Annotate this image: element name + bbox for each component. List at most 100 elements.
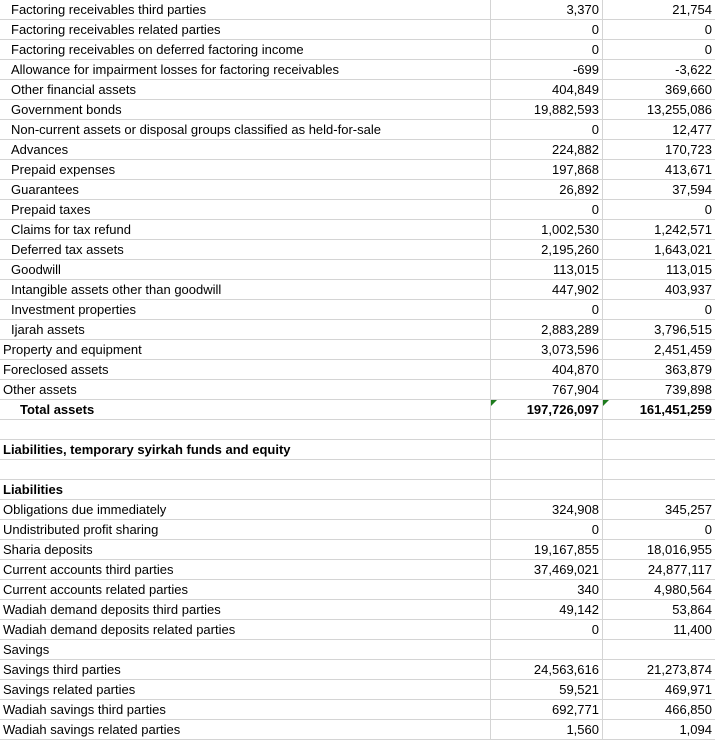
value-cell-prior[interactable]: 0: [603, 40, 715, 59]
value-cell-current[interactable]: 3,073,596: [491, 340, 603, 359]
value-cell-prior[interactable]: [603, 420, 715, 439]
row-label-cell[interactable]: Prepaid expenses: [0, 160, 491, 179]
value-cell-current[interactable]: 340: [491, 580, 603, 599]
value-cell-prior[interactable]: 413,671: [603, 160, 715, 179]
row-label-cell[interactable]: Other assets: [0, 380, 491, 399]
value-cell-current[interactable]: 2,883,289: [491, 320, 603, 339]
value-cell-current[interactable]: 0: [491, 40, 603, 59]
value-cell-current[interactable]: 19,882,593: [491, 100, 603, 119]
value-cell-current[interactable]: 447,902: [491, 280, 603, 299]
row-label-cell[interactable]: Obligations due immediately: [0, 500, 491, 519]
row-label-cell[interactable]: [0, 460, 491, 479]
row-label-cell[interactable]: [0, 420, 491, 439]
row-label-cell[interactable]: Advances: [0, 140, 491, 159]
value-cell-current[interactable]: 197,726,097: [491, 400, 603, 419]
value-cell-prior[interactable]: 161,451,259: [603, 400, 715, 419]
error-indicator-icon[interactable]: [491, 400, 497, 406]
row-label-cell[interactable]: Factoring receivables on deferred factor…: [0, 40, 491, 59]
value-cell-prior[interactable]: [603, 480, 715, 499]
value-cell-prior[interactable]: [603, 440, 715, 459]
value-cell-prior[interactable]: 13,255,086: [603, 100, 715, 119]
value-cell-prior[interactable]: 21,273,874: [603, 660, 715, 679]
value-cell-current[interactable]: 3,370: [491, 0, 603, 19]
value-cell-current[interactable]: 19,167,855: [491, 540, 603, 559]
row-label-cell[interactable]: Ijarah assets: [0, 320, 491, 339]
value-cell-current[interactable]: 0: [491, 300, 603, 319]
value-cell-current[interactable]: 324,908: [491, 500, 603, 519]
value-cell-prior[interactable]: 1,242,571: [603, 220, 715, 239]
value-cell-prior[interactable]: 0: [603, 200, 715, 219]
row-label-cell[interactable]: Prepaid taxes: [0, 200, 491, 219]
row-label-cell[interactable]: Wadiah demand deposits third parties: [0, 600, 491, 619]
value-cell-prior[interactable]: [603, 640, 715, 659]
value-cell-current[interactable]: 37,469,021: [491, 560, 603, 579]
value-cell-prior[interactable]: -3,622: [603, 60, 715, 79]
value-cell-current[interactable]: 0: [491, 120, 603, 139]
value-cell-current[interactable]: 767,904: [491, 380, 603, 399]
row-label-cell[interactable]: Investment properties: [0, 300, 491, 319]
row-label-cell[interactable]: Other financial assets: [0, 80, 491, 99]
value-cell-prior[interactable]: 2,451,459: [603, 340, 715, 359]
value-cell-prior[interactable]: 0: [603, 20, 715, 39]
value-cell-current[interactable]: 113,015: [491, 260, 603, 279]
value-cell-prior[interactable]: 21,754: [603, 0, 715, 19]
row-label-cell[interactable]: Factoring receivables third parties: [0, 0, 491, 19]
value-cell-prior[interactable]: 739,898: [603, 380, 715, 399]
row-label-cell[interactable]: Government bonds: [0, 100, 491, 119]
value-cell-prior[interactable]: 1,094: [603, 720, 715, 739]
row-label-cell[interactable]: Sharia deposits: [0, 540, 491, 559]
row-label-cell[interactable]: Current accounts third parties: [0, 560, 491, 579]
value-cell-prior[interactable]: 170,723: [603, 140, 715, 159]
value-cell-current[interactable]: 404,870: [491, 360, 603, 379]
row-label-cell[interactable]: Allowance for impairment losses for fact…: [0, 60, 491, 79]
value-cell-current[interactable]: 197,868: [491, 160, 603, 179]
value-cell-current[interactable]: 24,563,616: [491, 660, 603, 679]
value-cell-current[interactable]: [491, 640, 603, 659]
value-cell-prior[interactable]: 4,980,564: [603, 580, 715, 599]
row-label-cell[interactable]: Wadiah savings related parties: [0, 720, 491, 739]
value-cell-prior[interactable]: 24,877,117: [603, 560, 715, 579]
row-label-cell[interactable]: Undistributed profit sharing: [0, 520, 491, 539]
value-cell-current[interactable]: 0: [491, 20, 603, 39]
row-label-cell[interactable]: Non-current assets or disposal groups cl…: [0, 120, 491, 139]
value-cell-current[interactable]: [491, 420, 603, 439]
value-cell-current[interactable]: 1,560: [491, 720, 603, 739]
value-cell-prior[interactable]: [603, 460, 715, 479]
value-cell-prior[interactable]: 18,016,955: [603, 540, 715, 559]
value-cell-prior[interactable]: 0: [603, 520, 715, 539]
value-cell-current[interactable]: 0: [491, 520, 603, 539]
row-label-cell[interactable]: Wadiah demand deposits related parties: [0, 620, 491, 639]
row-label-cell[interactable]: Savings third parties: [0, 660, 491, 679]
row-label-cell[interactable]: Total assets: [0, 400, 491, 419]
value-cell-current[interactable]: 0: [491, 200, 603, 219]
value-cell-prior[interactable]: 37,594: [603, 180, 715, 199]
value-cell-current[interactable]: 692,771: [491, 700, 603, 719]
value-cell-prior[interactable]: 11,400: [603, 620, 715, 639]
value-cell-prior[interactable]: 363,879: [603, 360, 715, 379]
row-label-cell[interactable]: Factoring receivables related parties: [0, 20, 491, 39]
value-cell-prior[interactable]: 53,864: [603, 600, 715, 619]
value-cell-prior[interactable]: 466,850: [603, 700, 715, 719]
value-cell-prior[interactable]: 1,643,021: [603, 240, 715, 259]
value-cell-prior[interactable]: 469,971: [603, 680, 715, 699]
value-cell-current[interactable]: 49,142: [491, 600, 603, 619]
value-cell-prior[interactable]: 345,257: [603, 500, 715, 519]
value-cell-current[interactable]: 59,521: [491, 680, 603, 699]
row-label-cell[interactable]: Goodwill: [0, 260, 491, 279]
value-cell-prior[interactable]: 369,660: [603, 80, 715, 99]
value-cell-current[interactable]: 26,892: [491, 180, 603, 199]
value-cell-current[interactable]: [491, 460, 603, 479]
row-label-cell[interactable]: Liabilities, temporary syirkah funds and…: [0, 440, 491, 459]
row-label-cell[interactable]: Savings related parties: [0, 680, 491, 699]
value-cell-current[interactable]: 404,849: [491, 80, 603, 99]
value-cell-current[interactable]: -699: [491, 60, 603, 79]
row-label-cell[interactable]: Property and equipment: [0, 340, 491, 359]
row-label-cell[interactable]: Deferred tax assets: [0, 240, 491, 259]
value-cell-current[interactable]: [491, 480, 603, 499]
error-indicator-icon[interactable]: [603, 400, 609, 406]
row-label-cell[interactable]: Guarantees: [0, 180, 491, 199]
row-label-cell[interactable]: Savings: [0, 640, 491, 659]
value-cell-current[interactable]: 224,882: [491, 140, 603, 159]
value-cell-prior[interactable]: 113,015: [603, 260, 715, 279]
row-label-cell[interactable]: Claims for tax refund: [0, 220, 491, 239]
